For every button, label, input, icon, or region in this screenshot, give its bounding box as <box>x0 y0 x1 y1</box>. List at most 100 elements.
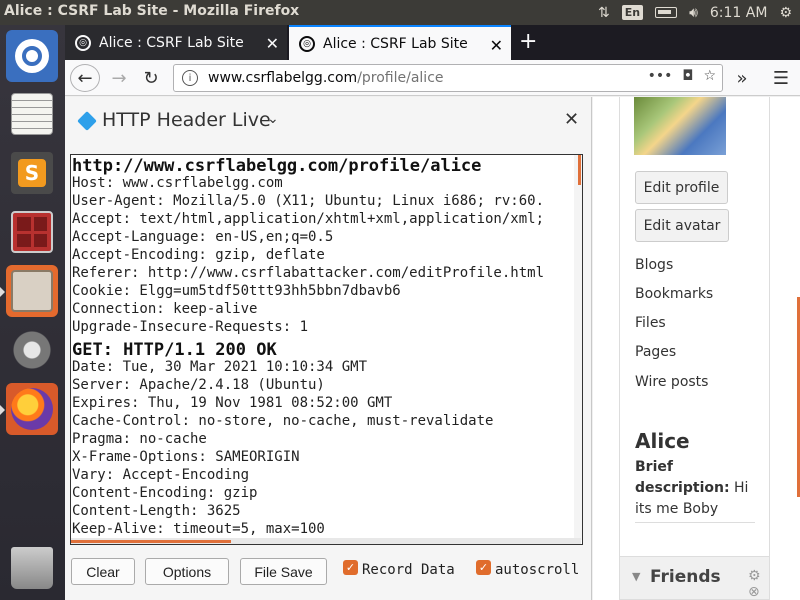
description-label: Brief description: <box>635 459 730 496</box>
log-header-line: Cache-Control: no-store, no-cache, must-… <box>72 413 494 429</box>
file-save-button[interactable]: File Save <box>240 558 327 585</box>
horizontal-scroll-thumb[interactable] <box>71 540 231 543</box>
keyboard-layout-indicator[interactable]: En <box>621 5 644 20</box>
tab-strip: ◎ Alice : CSRF Lab Site ✕ ◎ Alice : CSRF… <box>65 25 800 60</box>
overflow-chevrons-icon[interactable]: » <box>730 64 754 92</box>
close-tab-icon[interactable]: ✕ <box>266 34 279 53</box>
system-settings-icon[interactable] <box>6 324 58 376</box>
log-header-line: Accept-Encoding: gzip, deflate <box>72 247 325 263</box>
navigation-toolbar: ← → ↻ i www.csrflabelgg.com/profile/alic… <box>65 60 800 96</box>
globe-icon: ◎ <box>75 34 91 51</box>
file-manager-icon[interactable] <box>6 265 58 317</box>
log-header-line: Cookie: Elgg=um5tdf50ttt93hh5bbn7dbavb6 <box>72 283 401 299</box>
log-header-line: Date: Tue, 30 Mar 2021 10:10:34 GMT <box>72 359 368 375</box>
http-header-live-sidebar: HTTP Header Live ⌄ ✕ http://www.csrflabe… <box>65 97 592 600</box>
url-bar[interactable]: i www.csrflabelgg.com/profile/alice ••• … <box>173 64 723 92</box>
volume-icon[interactable]: 🔊︎ <box>689 5 698 21</box>
options-button[interactable]: Options <box>145 558 229 585</box>
vertical-scrollbar[interactable] <box>574 155 582 540</box>
http-header-live-icon <box>77 111 97 131</box>
log-header-line: Accept: text/html,application/xhtml+xml,… <box>72 211 545 227</box>
log-header-line: Referer: http://www.csrflabattacker.com/… <box>72 265 545 281</box>
profile-description: Brief description: Hi its me Boby <box>635 457 763 520</box>
tab-alice-2[interactable]: ◎ Alice : CSRF Lab Site ✕ <box>289 25 511 60</box>
header-log-panel[interactable]: http://www.csrflabelgg.com/profile/alice… <box>70 154 583 545</box>
log-header-line: Connection: keep-alive <box>72 301 258 317</box>
url-bar-actions: ••• ◘ ☆ <box>648 68 716 84</box>
pocket-icon[interactable]: ◘ <box>682 68 693 84</box>
record-data-label: Record Data <box>362 562 455 578</box>
log-header-line: Accept-Language: en-US,en;q=0.5 <box>72 229 334 245</box>
clear-button[interactable]: Clear <box>71 558 135 585</box>
url-host: www.csrflabelgg.com <box>208 70 358 86</box>
friends-module: ▼ Friends ⚙ ⊗ <box>619 556 770 600</box>
terminal-icon[interactable] <box>6 206 58 258</box>
system-tray: ⇅ En 🔊︎ 6:11 AM ⚙ <box>598 0 792 25</box>
log-header-line: Host: www.csrflabelgg.com <box>72 175 283 191</box>
log-header-line: Pragma: no-cache <box>72 431 207 447</box>
profile-name: Alice <box>635 429 690 453</box>
log-section-heading: GET: HTTP/1.1 200 OK <box>72 340 277 360</box>
profile-link-blogs[interactable]: Blogs <box>635 257 673 273</box>
battery-icon[interactable] <box>655 7 678 18</box>
forward-arrow-icon[interactable]: → <box>107 64 131 92</box>
site-info-icon[interactable]: i <box>182 70 198 86</box>
horizontal-scrollbar[interactable] <box>71 538 581 544</box>
url-path: /profile/alice <box>357 70 444 86</box>
launcher-running-indicator <box>0 287 5 297</box>
log-header-line: Vary: Accept-Encoding <box>72 467 250 483</box>
log-section-heading: http://www.csrflabelgg.com/profile/alice <box>72 156 482 176</box>
globe-icon: ◎ <box>299 35 315 52</box>
firefox-icon[interactable] <box>6 383 58 435</box>
profile-link-wire-posts[interactable]: Wire posts <box>635 374 708 390</box>
autoscroll-label: autoscroll <box>495 562 580 578</box>
network-icon[interactable]: ⇅ <box>598 5 610 21</box>
tab-alice-1[interactable]: ◎ Alice : CSRF Lab Site ✕ <box>65 25 287 60</box>
close-sidebar-icon[interactable]: ✕ <box>564 109 579 130</box>
log-header-line: Upgrade-Insecure-Requests: 1 <box>72 319 309 335</box>
log-header-line: Content-Length: 3625 <box>72 503 241 519</box>
reload-icon[interactable]: ↻ <box>139 64 163 92</box>
tab-label: Alice : CSRF Lab Site <box>99 34 244 51</box>
new-tab-plus-icon[interactable]: + <box>519 29 537 54</box>
record-data-checkbox[interactable]: ✓ <box>343 560 358 575</box>
profile-avatar[interactable] <box>634 97 726 155</box>
ubuntu-dash-icon[interactable] <box>6 30 58 82</box>
close-circle-icon[interactable]: ⊗ <box>748 584 760 600</box>
text-editor-icon[interactable] <box>6 88 58 140</box>
sidebar-header: HTTP Header Live ⌄ ✕ <box>65 97 592 147</box>
chevron-down-icon[interactable]: ⌄ <box>267 111 279 127</box>
bookmark-star-icon[interactable]: ☆ <box>703 68 716 84</box>
sidebar-title[interactable]: HTTP Header Live <box>102 109 271 131</box>
friends-title: Friends <box>650 567 721 587</box>
profile-link-bookmarks[interactable]: Bookmarks <box>635 286 713 302</box>
page-actions-menu-icon[interactable]: ••• <box>648 68 673 84</box>
launcher-running-indicator <box>0 405 5 415</box>
module-controls: ⚙ ⊗ <box>748 568 769 600</box>
edit-profile-button[interactable]: Edit profile <box>635 171 728 204</box>
edit-avatar-button[interactable]: Edit avatar <box>635 209 729 242</box>
window-title: Alice : CSRF Lab Site - Mozilla Firefox <box>4 3 300 19</box>
settings-gear-icon[interactable]: ⚙ <box>748 568 761 584</box>
web-page-content: Edit profile Edit avatar Blogs Bookmarks… <box>593 97 800 600</box>
system-top-bar: Alice : CSRF Lab Site - Mozilla Firefox … <box>0 0 800 25</box>
log-header-line: Keep-Alive: timeout=5, max=100 <box>72 521 325 537</box>
log-header-line: User-Agent: Mozilla/5.0 (X11; Ubuntu; Li… <box>72 193 545 209</box>
clock[interactable]: 6:11 AM <box>710 5 768 21</box>
back-arrow-icon[interactable]: ← <box>70 64 100 92</box>
profile-link-pages[interactable]: Pages <box>635 344 676 360</box>
log-header-line: Server: Apache/2.4.18 (Ubuntu) <box>72 377 325 393</box>
sublime-text-icon[interactable]: S <box>6 147 58 199</box>
divider <box>635 522 755 523</box>
settings-gear-icon[interactable]: ⚙ <box>779 5 792 21</box>
log-header-line: Expires: Thu, 19 Nov 1981 08:52:00 GMT <box>72 395 393 411</box>
profile-link-files[interactable]: Files <box>635 315 666 331</box>
hamburger-menu-icon[interactable]: ☰ <box>767 64 795 92</box>
unity-launcher: S <box>0 25 65 600</box>
log-header-line: Content-Encoding: gzip <box>72 485 258 501</box>
autoscroll-checkbox[interactable]: ✓ <box>476 560 491 575</box>
collapse-triangle-icon[interactable]: ▼ <box>632 570 640 583</box>
trash-icon[interactable] <box>6 540 58 592</box>
close-tab-icon[interactable]: ✕ <box>490 36 503 55</box>
tab-label: Alice : CSRF Lab Site <box>323 35 468 52</box>
